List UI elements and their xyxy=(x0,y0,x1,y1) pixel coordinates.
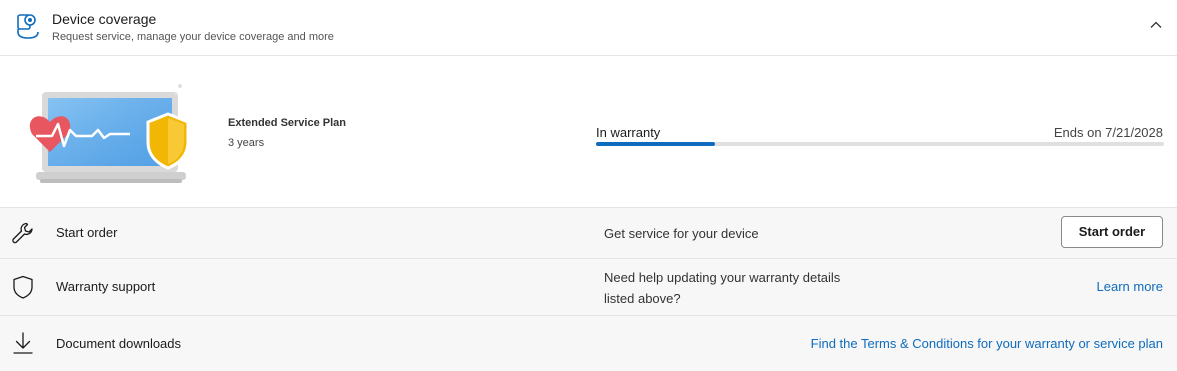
laptop-heartbeat-shield-illustration xyxy=(29,84,190,183)
warranty-support-label: Warranty support xyxy=(56,279,156,294)
warranty-status: In warranty xyxy=(596,125,661,140)
shield-icon xyxy=(13,275,33,299)
device-support-icon xyxy=(17,14,39,39)
learn-more-link[interactable]: Learn more xyxy=(1097,279,1163,294)
plan-name: Extended Service Plan xyxy=(228,117,346,129)
device-coverage-header[interactable]: Device coverage Request service, manage … xyxy=(0,0,1177,56)
plan-duration: 3 years xyxy=(228,137,265,149)
wrench-icon xyxy=(12,222,33,244)
start-order-row: Start order Get service for your device … xyxy=(0,207,1177,258)
terms-conditions-link[interactable]: Find the Terms & Conditions for your war… xyxy=(811,336,1163,351)
warranty-support-row: Warranty support Need help updating your… xyxy=(0,258,1177,315)
start-order-button[interactable]: Start order xyxy=(1061,216,1163,248)
device-coverage-card: Device coverage Request service, manage … xyxy=(0,0,1177,371)
warranty-support-description-line-2: listed above? xyxy=(604,291,681,306)
download-icon xyxy=(13,332,33,354)
chevron-up-icon[interactable] xyxy=(1149,18,1163,32)
warranty-progress-bar xyxy=(596,142,1164,146)
start-order-label: Start order xyxy=(56,225,118,240)
coverage-summary: Extended Service Plan 3 years In warrant… xyxy=(0,56,1177,208)
start-order-description: Get service for your device xyxy=(604,226,759,241)
header-title: Device coverage xyxy=(52,11,157,27)
warranty-end-date: Ends on 7/21/2028 xyxy=(1053,125,1163,140)
header-subtitle: Request service, manage your device cove… xyxy=(52,31,334,43)
warranty-support-description: Need help updating your warranty details… xyxy=(604,267,840,309)
warranty-support-description-line-1: Need help updating your warranty details xyxy=(604,270,841,285)
warranty-progress-fill xyxy=(596,142,716,146)
document-downloads-label: Document downloads xyxy=(56,336,182,351)
document-downloads-row: Document downloads Find the Terms & Cond… xyxy=(0,315,1177,371)
